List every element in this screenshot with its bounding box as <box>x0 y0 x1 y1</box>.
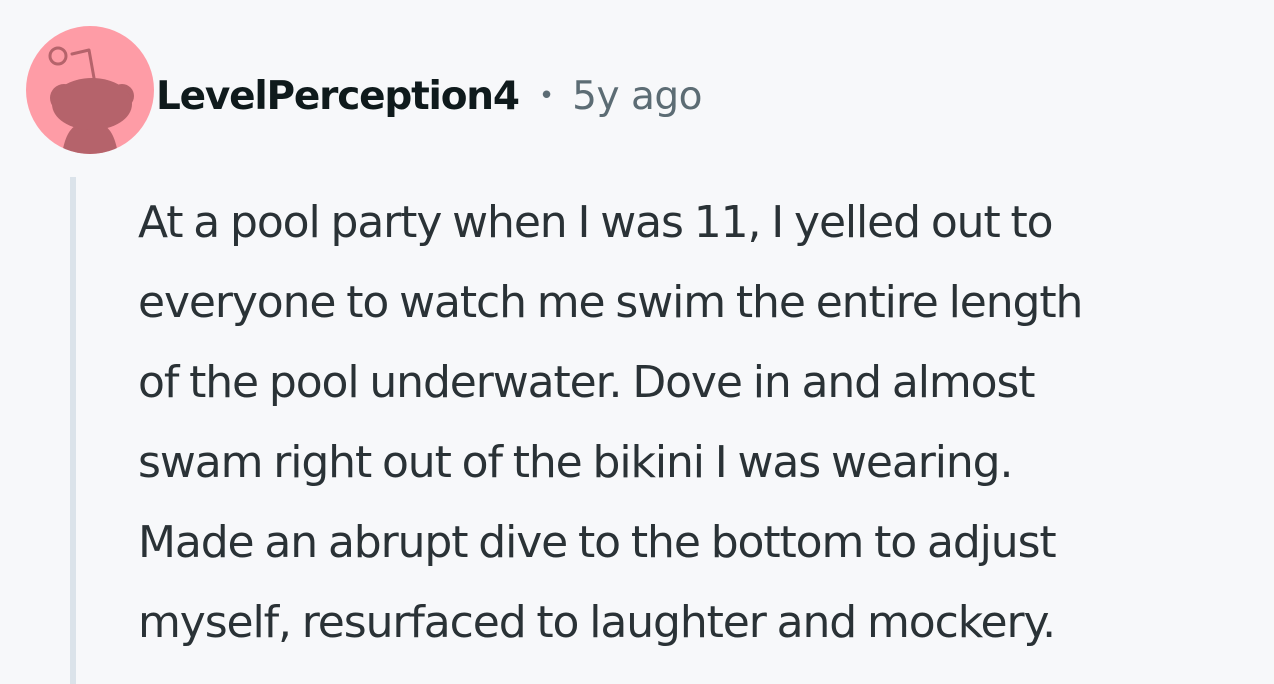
comment-body-line: Made an abrupt dive to the bottom to adj… <box>138 517 1057 568</box>
comment-timestamp[interactable]: 5y ago <box>572 74 702 119</box>
comment-body-line: of the pool underwater. Dove in and almo… <box>138 357 1036 408</box>
meta-separator: • <box>538 81 555 111</box>
comment-meta: LevelPerception4 • 5y ago <box>156 64 702 128</box>
comment-body-line: myself, resurfaced to laughter and mocke… <box>138 597 1056 648</box>
comment-body-line: At a pool party when I was 11, I yelled … <box>138 197 1054 248</box>
user-avatar[interactable] <box>26 26 154 154</box>
snoo-avatar-icon <box>48 46 134 154</box>
comment: LevelPerception4 • 5y ago At a pool part… <box>0 0 1274 684</box>
comment-body: At a pool party when I was 11, I yelled … <box>138 183 1268 663</box>
comment-body-line: everyone to watch me swim the entire len… <box>138 277 1083 328</box>
comment-body-line: swam right out of the bikini I was weari… <box>138 437 1013 488</box>
author-username[interactable]: LevelPerception4 <box>156 74 520 119</box>
thread-line[interactable] <box>70 177 76 684</box>
